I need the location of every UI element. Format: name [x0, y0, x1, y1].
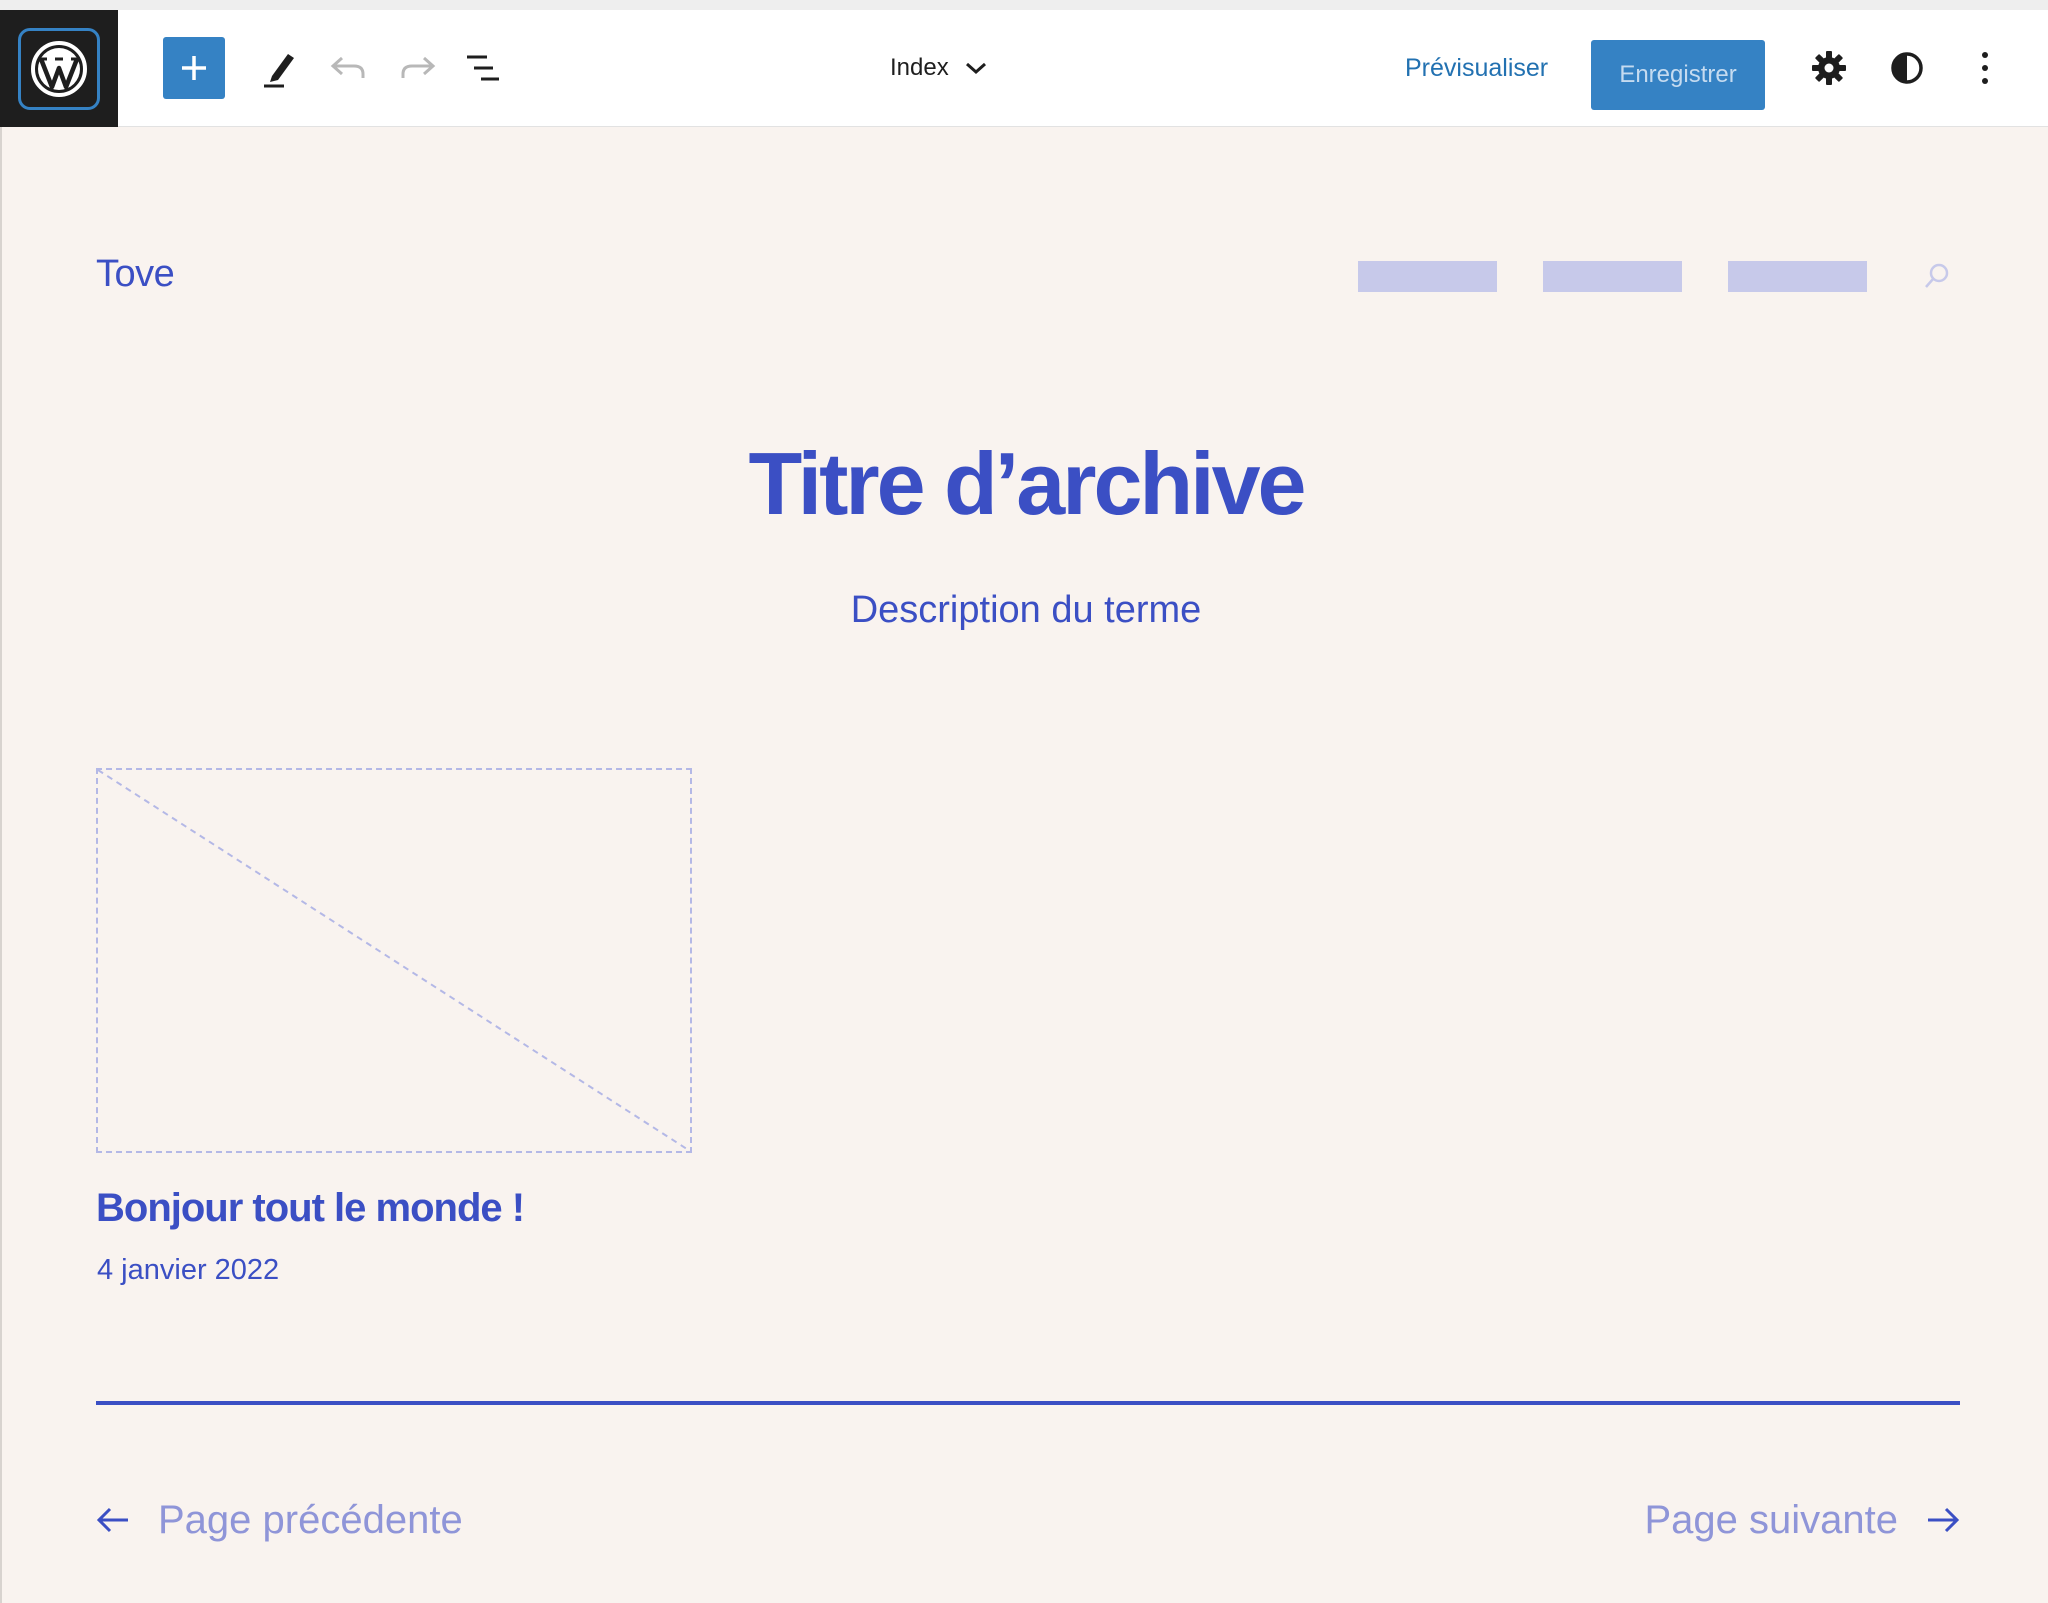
- chevron-down-icon: [965, 62, 986, 75]
- archive-title[interactable]: Titre d’archive: [2, 433, 2048, 535]
- wordpress-logo-icon: [18, 27, 100, 110]
- template-name: Index: [890, 54, 949, 81]
- undo-button[interactable]: [318, 38, 378, 98]
- search-icon: [1925, 263, 1949, 288]
- separator: [96, 1401, 1960, 1405]
- wordpress-logo-button[interactable]: [0, 10, 118, 127]
- previous-page-link[interactable]: Page précédente: [96, 1485, 463, 1555]
- styles-button[interactable]: [1877, 38, 1937, 98]
- gear-icon: [1812, 51, 1846, 85]
- list-view-icon: [467, 55, 499, 81]
- navigation-placeholder-1[interactable]: [1358, 261, 1497, 292]
- navigation-placeholder-2[interactable]: [1543, 261, 1682, 292]
- add-block-button[interactable]: [163, 37, 225, 99]
- next-page-label: Page suivante: [1644, 1497, 1898, 1542]
- settings-button[interactable]: [1799, 38, 1859, 98]
- post-title-link[interactable]: Bonjour tout le monde !: [96, 1186, 525, 1231]
- template-selector[interactable]: Index: [890, 40, 987, 96]
- navigation-placeholder-3[interactable]: [1728, 261, 1867, 292]
- list-view-button[interactable]: [453, 38, 513, 98]
- plus-icon: [182, 56, 206, 80]
- editor-canvas: Tove Titre d’archive Description du term…: [0, 127, 2048, 1603]
- edit-mode-button[interactable]: [250, 38, 310, 98]
- previous-page-label: Page précédente: [158, 1497, 463, 1542]
- post-date: 4 janvier 2022: [97, 1254, 280, 1286]
- options-button[interactable]: [1955, 38, 2015, 98]
- next-page-link[interactable]: Page suivante: [1644, 1485, 1960, 1555]
- undo-icon: [330, 56, 365, 78]
- half-circle-icon: [1891, 52, 1923, 84]
- term-description[interactable]: Description du terme: [2, 589, 2048, 632]
- vertical-dots-icon: [1982, 52, 1988, 84]
- preview-button[interactable]: Prévisualiser: [1405, 40, 1548, 96]
- site-title[interactable]: Tove: [96, 253, 175, 296]
- redo-icon: [401, 56, 436, 78]
- pencil-icon: [264, 54, 294, 88]
- arrow-right-icon: [1928, 1507, 1960, 1533]
- save-button[interactable]: Enregistrer: [1591, 40, 1765, 110]
- redo-button[interactable]: [388, 38, 448, 98]
- arrow-left-icon: [96, 1507, 128, 1533]
- search-button[interactable]: [1920, 259, 1954, 293]
- featured-image-placeholder[interactable]: [96, 768, 692, 1153]
- editor-toolbar: Index Prévisualiser Enregistrer: [0, 0, 2048, 127]
- image-placeholder-diagonal: [98, 770, 690, 1151]
